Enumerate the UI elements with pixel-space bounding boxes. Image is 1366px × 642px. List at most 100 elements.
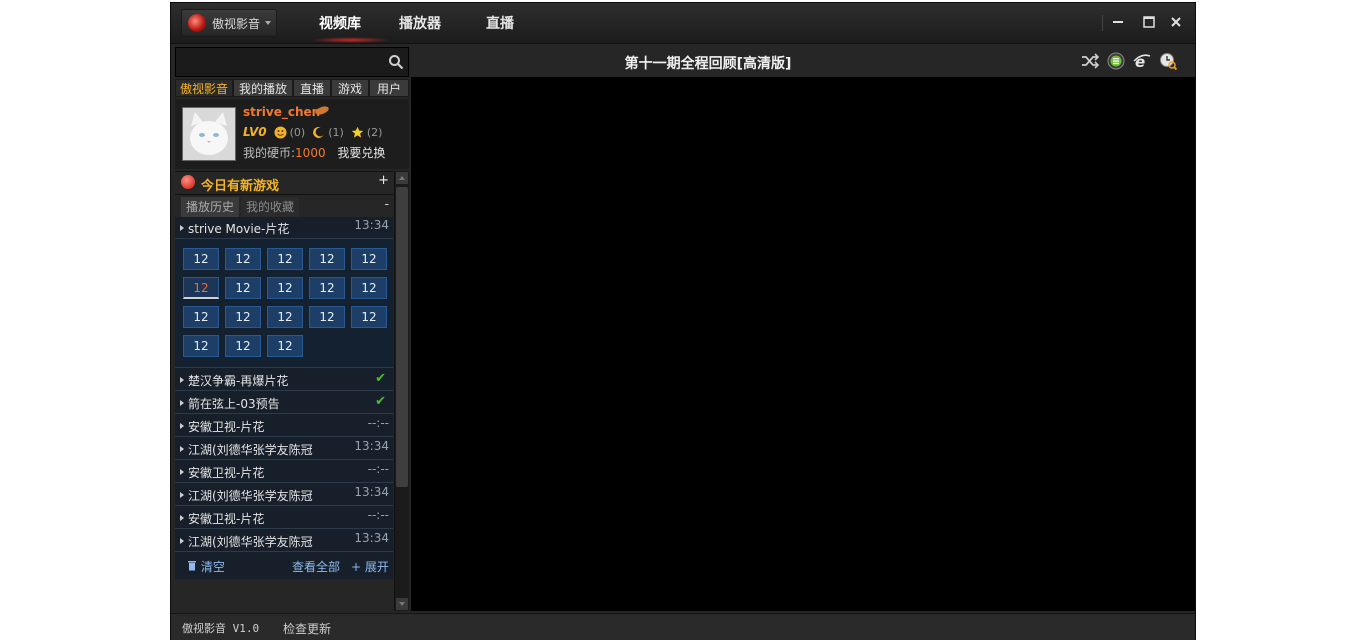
checkmark-icon: ✔	[375, 371, 386, 386]
tab-live[interactable]: 直播	[486, 13, 514, 33]
episode-button[interactable]: 12	[267, 248, 303, 270]
tab-aoshi[interactable]: 傲视影音	[175, 79, 233, 97]
coins-value: 1000	[295, 146, 326, 160]
avatar[interactable]	[182, 107, 236, 161]
list-item-title: strive Movie-片花	[188, 222, 290, 236]
list-item[interactable]: 安徽卫视-片花 --:--	[175, 507, 393, 529]
tab-live-left[interactable]: 直播	[293, 79, 331, 97]
list-item[interactable]: 安徽卫视-片花 --:--	[175, 461, 393, 483]
today-new-games[interactable]: 今日有新游戏 +	[175, 171, 393, 195]
search-icon[interactable]	[388, 54, 404, 70]
close-icon[interactable]	[1166, 13, 1186, 33]
caret-right-icon	[180, 515, 184, 521]
scroll-thumb[interactable]	[396, 187, 408, 487]
episode-button[interactable]: 12	[351, 248, 387, 270]
episode-button[interactable]: 12	[225, 306, 261, 328]
smile-icon	[274, 126, 287, 138]
playlist-scrollbar[interactable]	[394, 171, 409, 611]
playlist: strive Movie-片花 13:34 12 12 12 12 12 12 …	[175, 217, 393, 579]
trash-icon	[188, 561, 196, 571]
tab-video-library[interactable]: 视频库	[319, 13, 361, 33]
list-item[interactable]: 江湖(刘德华张学友陈冠 13:34	[175, 438, 393, 460]
list-item-time: --:--	[367, 462, 389, 476]
episode-button[interactable]: 12	[183, 335, 219, 357]
episode-button[interactable]: 12	[225, 277, 261, 299]
maximize-icon[interactable]	[1139, 13, 1159, 33]
caret-right-icon	[180, 225, 184, 231]
left-tab-bar: 傲视影音 我的播放 直播 游戏 用户	[175, 79, 409, 97]
tab-user[interactable]: 用户	[369, 79, 409, 97]
clock-search-icon[interactable]	[1159, 52, 1177, 70]
version-label: 傲视影音 V1.0	[182, 622, 260, 635]
clear-label: 清空	[200, 560, 225, 574]
user-profile: strive_chen LV0 (0) (1) (2) 我的硬币:1000 我要…	[175, 99, 409, 169]
episode-button[interactable]: 12	[267, 277, 303, 299]
today-new-games-label: 今日有新游戏	[201, 179, 280, 194]
list-item-title: 江湖(刘德华张学友陈冠	[188, 489, 313, 503]
episode-button[interactable]: 12	[309, 306, 345, 328]
status-bar: 傲视影音 V1.0 检查更新	[171, 613, 1195, 640]
moon-icon	[313, 126, 324, 138]
smile-count: (0)	[289, 125, 306, 139]
history-tab-bar: 播放历史 我的收藏 -	[175, 197, 393, 217]
tab-player[interactable]: 播放器	[399, 13, 441, 33]
search-input[interactable]	[180, 51, 384, 75]
list-item[interactable]: 楚汉争霸-再爆片花 ✔	[175, 369, 393, 391]
tab-my-playback[interactable]: 我的播放	[233, 79, 293, 97]
list-item-title: 楚汉争霸-再爆片花	[188, 374, 289, 388]
scroll-down-button[interactable]	[396, 598, 408, 610]
list-item-title: 箭在弦上-03预告	[188, 397, 280, 411]
episode-button-current[interactable]: 12	[183, 277, 219, 299]
caret-right-icon	[180, 400, 184, 406]
ie-icon[interactable]: e	[1133, 52, 1151, 70]
list-item[interactable]: 江湖(刘德华张学友陈冠 13:34	[175, 484, 393, 506]
episode-button[interactable]: 12	[225, 248, 261, 270]
username[interactable]: strive_chen	[243, 105, 320, 119]
episode-button[interactable]: 12	[351, 277, 387, 299]
playlist-footer: 清空 查看全部 + 展开	[175, 553, 393, 579]
list-item[interactable]: 安徽卫视-片花 --:--	[175, 415, 393, 437]
coins-label: 我的硬币:	[243, 146, 296, 160]
tab-play-history[interactable]: 播放历史	[181, 197, 239, 217]
list-item-time: --:--	[367, 508, 389, 522]
video-player[interactable]	[411, 77, 1195, 611]
list-item[interactable]: 箭在弦上-03预告 ✔	[175, 392, 393, 414]
list-item[interactable]: 江湖(刘德华张学友陈冠 13:34	[175, 530, 393, 552]
episode-button[interactable]: 12	[183, 306, 219, 328]
clear-button[interactable]: 清空	[187, 558, 225, 575]
episode-button[interactable]: 12	[351, 306, 387, 328]
video-header: 第十一期全程回顾[高清版] e	[411, 45, 1195, 77]
shuffle-icon[interactable]	[1081, 52, 1099, 70]
caret-right-icon	[180, 446, 184, 452]
window-controls-divider	[1102, 15, 1103, 31]
episode-button[interactable]: 12	[267, 306, 303, 328]
check-update-link[interactable]: 检查更新	[283, 620, 331, 637]
episode-button[interactable]: 12	[309, 248, 345, 270]
moon-count: (1)	[328, 125, 344, 139]
checkmark-icon: ✔	[375, 394, 386, 409]
expand-link[interactable]: + 展开	[351, 558, 389, 575]
episode-button[interactable]: 12	[267, 335, 303, 357]
episode-button[interactable]: 12	[225, 335, 261, 357]
list-item-title: 江湖(刘德华张学友陈冠	[188, 443, 313, 457]
app-window: 傲视影音 视频库 播放器 直播 傲视影音 我的播放 直播 游戏 用户 striv…	[170, 2, 1196, 640]
list-item-title: 安徽卫视-片花	[188, 512, 265, 526]
brand-menu-button[interactable]: 傲视影音	[181, 9, 277, 37]
list-item-time: --:--	[367, 416, 389, 430]
episode-button[interactable]: 12	[183, 248, 219, 270]
caret-right-icon	[180, 377, 184, 383]
expand-toggle[interactable]: +	[378, 173, 389, 188]
exchange-link[interactable]: 我要兑换	[337, 146, 385, 160]
list-item-expanded[interactable]: strive Movie-片花 13:34	[175, 217, 393, 239]
star-icon	[351, 126, 364, 138]
search-box	[175, 47, 409, 77]
tab-favorites[interactable]: 我的收藏	[241, 197, 299, 217]
minimize-icon[interactable]	[1108, 13, 1128, 33]
active-tab-glow	[311, 37, 391, 43]
playlist-icon[interactable]	[1107, 52, 1125, 70]
episode-button[interactable]: 12	[309, 277, 345, 299]
collapse-toggle[interactable]: -	[385, 197, 389, 211]
scroll-up-button[interactable]	[396, 172, 408, 184]
view-all-link[interactable]: 查看全部	[292, 558, 340, 575]
tab-games[interactable]: 游戏	[331, 79, 369, 97]
